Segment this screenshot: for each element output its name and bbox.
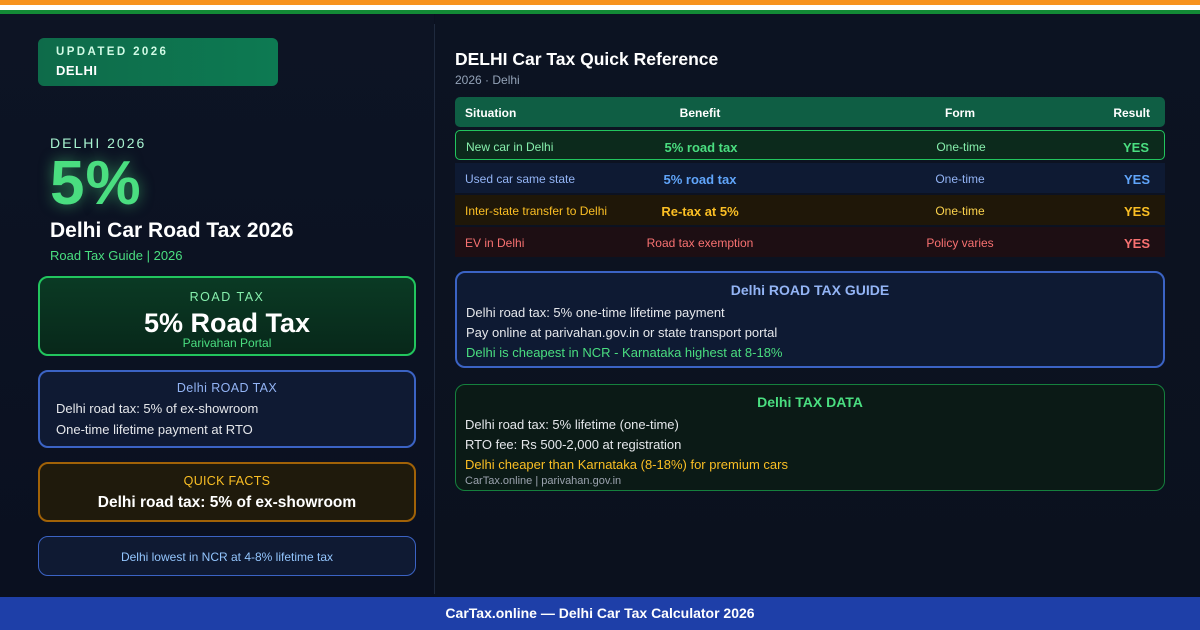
quick-facts-card: QUICK FACTS Delhi road tax: 5% of ex-sho…: [38, 462, 416, 522]
cell-form: Policy varies: [926, 236, 994, 250]
cell-benefit: Road tax exemption: [646, 236, 754, 250]
cell-benefit: 5% road tax: [663, 172, 737, 187]
cell-benefit: Re-tax at 5%: [661, 204, 739, 219]
ncr-note-card: Delhi lowest in NCR at 4-8% lifetime tax: [38, 536, 416, 576]
info-card-line: Delhi road tax: 5% of ex-showroom: [56, 401, 259, 416]
cell-result: YES: [1123, 172, 1150, 187]
guide-title: Delhi ROAD TAX GUIDE: [730, 282, 890, 298]
cell-situation: Used car same state: [465, 172, 576, 186]
tax-data-line: RTO fee: Rs 500-2,000 at registration: [465, 437, 682, 452]
road-tax-card-value: 5% Road Tax: [143, 308, 311, 338]
page-subtitle: Road Tax Guide | 2026: [50, 248, 183, 263]
reference-subtitle: 2026 · Delhi: [455, 73, 520, 87]
page-title: Delhi Car Road Tax 2026: [50, 219, 294, 242]
cell-situation: EV in Delhi: [465, 236, 525, 250]
table-header: Situation Benefit Form Result: [455, 97, 1165, 127]
info-card-title: Delhi ROAD TAX: [176, 381, 278, 395]
road-tax-card-title: ROAD TAX: [189, 290, 265, 304]
badge-city-label: DELHI: [56, 63, 98, 78]
table-row: Used car same state 5% road tax One-time…: [455, 163, 1165, 193]
footer-text: CarTax.online — Delhi Car Tax Calculator…: [445, 605, 755, 621]
cell-result: YES: [1122, 140, 1149, 155]
cell-result: YES: [1123, 204, 1150, 219]
cell-situation: New car in Delhi: [466, 140, 554, 154]
table-row: EV in Delhi Road tax exemption Policy va…: [455, 227, 1165, 257]
quick-facts-title: QUICK FACTS: [183, 474, 271, 488]
guide-line: Pay online at parivahan.gov.in or state …: [466, 325, 778, 340]
tax-data-panel: Delhi TAX DATA Delhi road tax: 5% lifeti…: [455, 384, 1165, 491]
guide-line: Delhi road tax: 5% one-time lifetime pay…: [466, 305, 725, 320]
tax-data-line: Delhi cheaper than Karnataka (8-18%) for…: [465, 457, 788, 472]
header-benefit: Benefit: [679, 106, 721, 120]
header-situation: Situation: [465, 106, 517, 120]
badge-updated-label: UPDATED 2026: [56, 46, 169, 58]
quick-facts-value: Delhi road tax: 5% of ex-showroom: [97, 494, 357, 511]
ncr-note-text: Delhi lowest in NCR at 4-8% lifetime tax: [120, 550, 334, 564]
cell-form: One-time: [935, 204, 985, 218]
cell-benefit: 5% road tax: [664, 140, 738, 155]
cell-form: One-time: [936, 140, 986, 154]
guide-line: Delhi is cheapest in NCR - Karnataka hig…: [466, 345, 783, 360]
hero-big-percentage: 5%: [50, 149, 142, 218]
tax-data-line: Delhi road tax: 5% lifetime (one-time): [465, 417, 679, 432]
cell-form: One-time: [935, 172, 985, 186]
road-tax-card: ROAD TAX 5% Road Tax Parivahan Portal: [38, 276, 416, 356]
reference-title: DELHI Car Tax Quick Reference: [455, 49, 719, 69]
road-tax-card-source: Parivahan Portal: [182, 336, 272, 350]
header-result: Result: [1113, 106, 1150, 120]
info-card-line: One-time lifetime payment at RTO: [56, 422, 253, 437]
updated-badge: UPDATED 2026 DELHI: [38, 38, 278, 86]
road-tax-info-card: Delhi ROAD TAX Delhi road tax: 5% of ex-…: [38, 370, 416, 448]
cell-situation: Inter-state transfer to Delhi: [465, 204, 608, 218]
table-row: New car in Delhi 5% road tax One-time YE…: [455, 130, 1165, 160]
tax-data-title: Delhi TAX DATA: [757, 394, 863, 410]
road-tax-guide-panel: Delhi ROAD TAX GUIDE Delhi road tax: 5% …: [455, 271, 1165, 368]
footer-bar: CarTax.online — Delhi Car Tax Calculator…: [0, 597, 1200, 630]
cell-result: YES: [1123, 236, 1150, 251]
header-form: Form: [945, 106, 975, 120]
tax-data-source: CarTax.online | parivahan.gov.in: [465, 475, 622, 487]
table-row: Inter-state transfer to Delhi Re-tax at …: [455, 195, 1165, 225]
